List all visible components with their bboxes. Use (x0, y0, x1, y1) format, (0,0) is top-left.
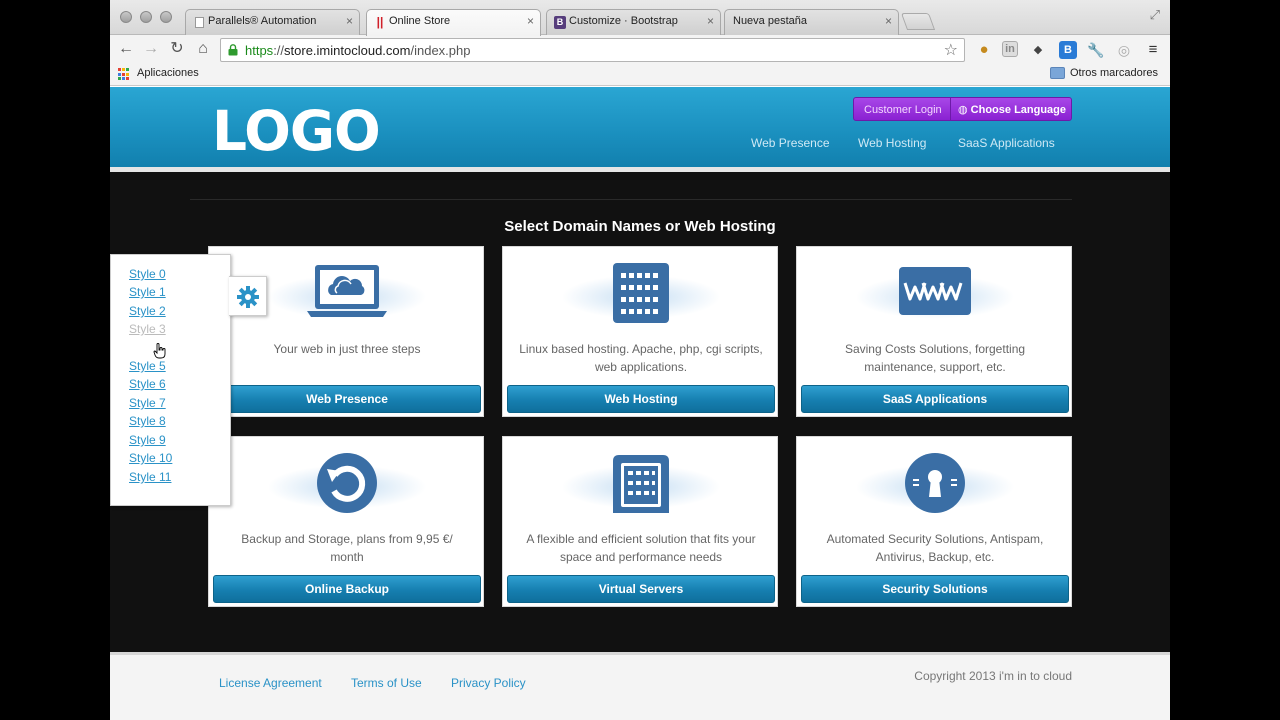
backup-icon (317, 453, 377, 513)
sync-extension-icon[interactable]: ◎ (1115, 41, 1133, 59)
close-tab-icon[interactable]: × (885, 14, 892, 28)
nav-web-hosting[interactable]: Web Hosting (858, 136, 926, 150)
close-window-button[interactable] (120, 11, 132, 23)
wrench-icon[interactable]: 🔧 (1087, 41, 1105, 59)
section-title: Select Domain Names or Web Hosting (504, 218, 776, 235)
parallels-icon: || (376, 15, 384, 29)
card-description: Saving Costs Solutions, forgetting maint… (844, 342, 1026, 374)
tab-parallels-automation[interactable]: Parallels® Automation × (185, 9, 360, 35)
virtual-server-icon (613, 455, 669, 513)
web-presence-button[interactable]: Web Presence (213, 385, 481, 413)
globe-icon: ◍ (958, 104, 968, 116)
style-link[interactable]: Style 6 (129, 377, 166, 391)
www-icon (899, 267, 971, 315)
saas-applications-button[interactable]: SaaS Applications (801, 385, 1069, 413)
customer-login-button[interactable]: Customer Login (853, 97, 953, 121)
home-icon[interactable]: ⌂ (193, 39, 213, 59)
apps-grid-icon[interactable] (118, 68, 131, 81)
tab-label: Online Store (389, 15, 451, 27)
content-divider (190, 199, 1072, 200)
minimize-window-button[interactable] (140, 11, 152, 23)
card-description: Automated Security Solutions, Antispam, … (826, 532, 1044, 564)
zoom-window-button[interactable] (160, 11, 172, 23)
bookmark-other[interactable]: Otros marcadores (1070, 67, 1158, 79)
online-backup-button[interactable]: Online Backup (213, 575, 481, 603)
web-hosting-button[interactable]: Web Hosting (507, 385, 775, 413)
new-tab-button[interactable] (900, 13, 936, 30)
lock-icon (228, 44, 238, 56)
style-switcher-toggle[interactable] (229, 276, 267, 316)
card-web-presence: Your web in just three steps Web Presenc… (208, 246, 484, 417)
style-link[interactable]: Style 0 (129, 267, 166, 281)
bootstrap-icon: B (554, 16, 566, 29)
site-header: LOGO Customer Login ◍ Choose Language We… (110, 87, 1170, 167)
bookmarks-bar: Aplicaciones Otros marcadores (110, 65, 1170, 86)
nav-saas-applications[interactable]: SaaS Applications (958, 136, 1055, 150)
security-solutions-button[interactable]: Security Solutions (801, 575, 1069, 603)
card-description: Your web in just three steps (273, 342, 421, 356)
hand-cursor-icon (153, 343, 166, 359)
bookmark-apps[interactable]: Aplicaciones (137, 67, 199, 79)
style-link[interactable]: Style 10 (129, 451, 172, 465)
close-tab-icon[interactable]: × (707, 14, 714, 28)
style-link[interactable]: Style 1 (129, 285, 166, 299)
folder-icon (1050, 67, 1065, 79)
browser-toolbar: ← → ↻ ⌂ https://store.imintocloud.com/in… (110, 35, 1170, 65)
style-link[interactable]: Style 8 (129, 414, 166, 428)
privacy-policy-link[interactable]: Privacy Policy (451, 676, 526, 690)
card-description: Linux based hosting. Apache, php, cgi sc… (519, 342, 763, 374)
page-icon (195, 17, 204, 28)
style-link[interactable]: Style 5 (129, 359, 166, 373)
puzzle-extension-icon[interactable]: ◆ (1029, 41, 1047, 59)
b-extension-icon[interactable]: B (1059, 41, 1077, 59)
tab-label: Nueva pestaña (733, 15, 807, 27)
site-footer: License Agreement Terms of Use Privacy P… (110, 652, 1170, 720)
tab-online-store[interactable]: || Online Store × (366, 9, 541, 36)
card-web-hosting: Linux based hosting. Apache, php, cgi sc… (502, 246, 778, 417)
tab-bar: Parallels® Automation × || Online Store … (110, 0, 1170, 36)
choose-language-label: Choose Language (970, 104, 1067, 116)
menu-icon[interactable]: ≡ (1144, 41, 1162, 59)
keyhole-icon (905, 453, 965, 513)
address-bar[interactable]: https://store.imintocloud.com/index.php … (220, 38, 965, 62)
linkedin-extension-icon[interactable]: in (1002, 41, 1018, 57)
license-agreement-link[interactable]: License Agreement (219, 676, 322, 690)
forward-icon[interactable]: → (141, 39, 161, 59)
virtual-servers-button[interactable]: Virtual Servers (507, 575, 775, 603)
style-link-active[interactable]: Style 3 (129, 322, 166, 336)
browser-window: Parallels® Automation × || Online Store … (110, 0, 1170, 720)
tab-nueva-pestana[interactable]: Nueva pestaña × (724, 9, 899, 35)
site-logo[interactable]: LOGO (212, 99, 381, 163)
nav-web-presence[interactable]: Web Presence (751, 136, 830, 150)
bookmark-star-icon[interactable]: ☆ (944, 40, 958, 60)
style-switcher-panel: Style 0 Style 1 Style 2 Style 3 Style 5 … (110, 254, 231, 506)
card-virtual-servers: A flexible and efficient solution that f… (502, 436, 778, 607)
server-icon (613, 263, 669, 323)
style-link[interactable]: Style 7 (129, 396, 166, 410)
close-tab-icon[interactable]: × (527, 14, 534, 28)
tab-customize-bootstrap[interactable]: B Customize · Bootstrap × (546, 9, 721, 35)
style-link[interactable]: Style 11 (129, 470, 171, 484)
terms-of-use-link[interactable]: Terms of Use (351, 676, 422, 690)
reload-icon[interactable]: ↻ (167, 39, 187, 59)
card-online-backup: Backup and Storage, plans from 9,95 €/ m… (208, 436, 484, 607)
tab-label: Customize · Bootstrap (569, 15, 678, 27)
fullscreen-icon[interactable]: ⤢ (1150, 7, 1160, 23)
url-text: https://store.imintocloud.com/index.php (245, 43, 471, 58)
cookie-extension-icon[interactable]: ● (975, 41, 993, 59)
gear-icon (237, 286, 259, 308)
main-content: Select Domain Names or Web Hosting Your … (110, 172, 1170, 652)
copyright-text: Copyright 2013 i'm in to cloud (914, 669, 1072, 683)
card-description: A flexible and efficient solution that f… (526, 532, 756, 564)
laptop-cloud-icon (307, 265, 387, 317)
tab-label: Parallels® Automation (208, 15, 317, 27)
style-link[interactable]: Style 2 (129, 304, 166, 318)
card-security-solutions: Automated Security Solutions, Antispam, … (796, 436, 1072, 607)
back-icon[interactable]: ← (116, 39, 136, 59)
card-saas-applications: Saving Costs Solutions, forgetting maint… (796, 246, 1072, 417)
close-tab-icon[interactable]: × (346, 14, 353, 28)
choose-language-button[interactable]: ◍ Choose Language (950, 97, 1072, 121)
card-description: Backup and Storage, plans from 9,95 €/ m… (241, 532, 453, 564)
style-link[interactable]: Style 9 (129, 433, 166, 447)
